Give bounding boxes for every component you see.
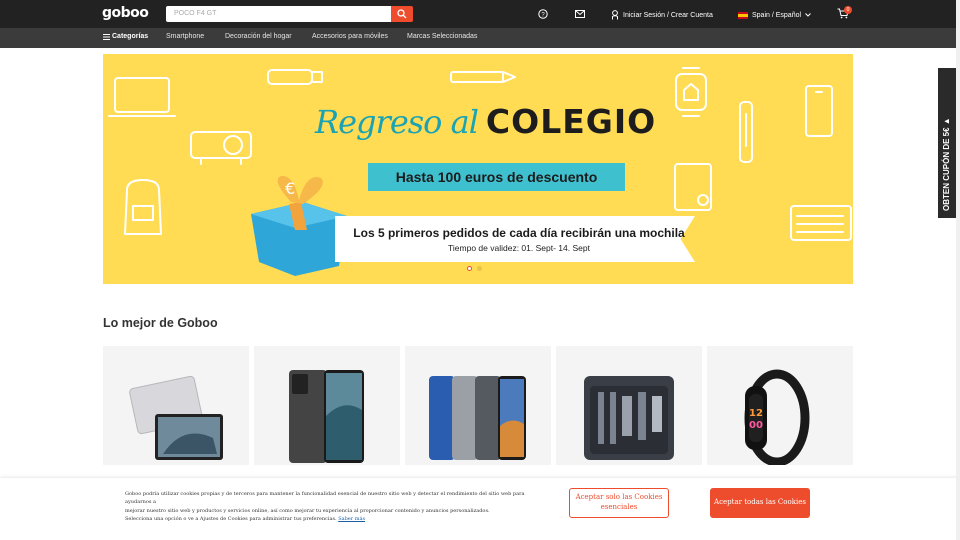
toolkit-image — [584, 376, 674, 460]
user-icon — [612, 10, 618, 20]
flag-spain-icon — [738, 11, 748, 19]
scrollbar[interactable] — [956, 0, 960, 540]
cookie-banner: Goboo podría utilizar cookies propias y … — [0, 478, 960, 540]
categories-label: Categorías — [112, 33, 149, 40]
categories-menu[interactable]: Categorías — [103, 33, 148, 40]
cookie-line-1: Goboo podría utilizar cookies propias y … — [125, 491, 525, 506]
cookie-line-2: mejorar nuestro sitio web y productos y … — [125, 507, 490, 514]
nav-item-phone-accessories[interactable]: Accesorios para móviles — [312, 33, 388, 40]
carousel-dot-1[interactable] — [467, 266, 472, 271]
nav-item-home-decor[interactable]: Decoración del hogar — [225, 33, 292, 40]
svg-text:€: € — [285, 179, 295, 198]
nav-item-selected-brands[interactable]: Marcas Seleccionadas — [407, 33, 477, 40]
banner-headline: Regreso al COLEGIO — [315, 102, 665, 152]
search-input[interactable]: POCO F4 GT — [166, 6, 391, 22]
smartband-image: 12 00 — [744, 369, 810, 467]
phones-lineup-image — [429, 376, 526, 460]
ribbon-sub-text: Tiempo de validez: 01. Sept- 14. Sept — [448, 243, 590, 253]
cookie-line-3: Selecciona una opción o ve a Ajustes de … — [125, 515, 545, 523]
gift-box-icon: € — [251, 175, 347, 276]
accept-all-cookies-button[interactable]: Aceptar todas las Cookies — [710, 488, 810, 518]
product-card-tablet[interactable] — [103, 346, 249, 465]
cart-count-badge: 0 — [844, 6, 852, 14]
category-nav: Categorías Smartphone Decoración del hog… — [0, 28, 960, 48]
headline-script: Regreso al — [315, 103, 479, 141]
cookie-line-3-text: Selecciona una opción o ve a Ajustes de … — [125, 515, 337, 522]
login-link[interactable]: Iniciar Sesión / Crear Cuenta — [611, 9, 713, 21]
mail-icon[interactable] — [575, 10, 585, 18]
product-card-phone-lineup[interactable] — [405, 346, 551, 465]
coupon-tab[interactable]: OBTEN CUPÓN DE 5€ ▲ — [938, 68, 956, 218]
cookie-notice: Goboo podría utilizar cookies propias y … — [125, 490, 545, 523]
phone-image — [289, 370, 364, 463]
chevron-down-icon — [805, 13, 811, 17]
language-selector[interactable]: Spain / Español — [738, 9, 811, 21]
learn-more-link[interactable]: Saber más — [338, 516, 365, 522]
search-icon — [397, 9, 407, 19]
carousel-dot-2[interactable] — [477, 266, 482, 271]
discount-label: Hasta 100 euros de descuento — [368, 163, 625, 191]
coupon-label: OBTEN CUPÓN DE 5€ ▲ — [942, 117, 951, 211]
promo-banner[interactable]: € Regreso al COLEGIO Hasta 100 euros de … — [103, 54, 853, 284]
goboo-logo[interactable]: goboo — [102, 5, 149, 21]
headline-bold: COLEGIO — [485, 102, 657, 141]
login-label: Iniciar Sesión / Crear Cuenta — [623, 11, 713, 19]
section-title: Lo mejor de Goboo — [103, 316, 218, 330]
product-card-toolkit[interactable] — [556, 346, 702, 465]
tablet-image — [129, 375, 223, 460]
search-button[interactable] — [391, 6, 413, 22]
nav-item-smartphone[interactable]: Smartphone — [166, 33, 204, 40]
help-icon[interactable]: ? — [538, 9, 548, 19]
ribbon-main-text: Los 5 primeros pedidos de cada día recib… — [353, 226, 685, 240]
product-card-smartband[interactable]: 12 00 — [707, 346, 853, 467]
accept-essential-cookies-button[interactable]: Aceptar solo las Cookies esenciales — [569, 488, 669, 518]
svg-text:00: 00 — [749, 420, 763, 431]
language-label: Spain / Español — [752, 11, 802, 19]
product-card-phone[interactable] — [254, 346, 400, 465]
svg-text:12: 12 — [749, 408, 763, 419]
menu-icon — [103, 33, 110, 40]
carousel-dots — [467, 266, 482, 271]
top-bar: goboo POCO F4 GT ? Iniciar Sesión / Crea… — [0, 0, 960, 28]
